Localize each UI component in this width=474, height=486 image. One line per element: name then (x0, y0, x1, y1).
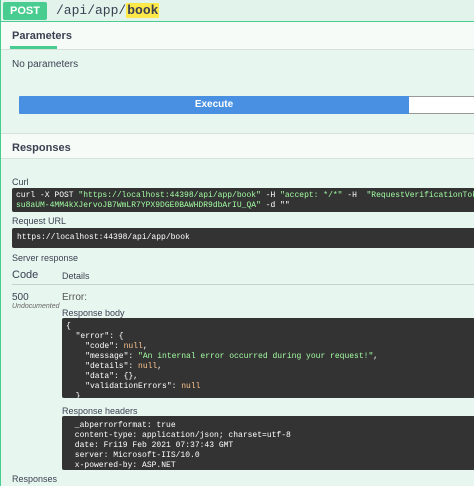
body-line: { (66, 322, 71, 331)
response-headers[interactable]: _abperrorformat: true content-type: appl… (62, 416, 474, 470)
header-line: x-powered-by: ASP.NET (70, 461, 176, 470)
body-line: } (66, 392, 81, 398)
response-body-label: Response body (62, 308, 125, 318)
body-line: "error": { (66, 332, 124, 341)
execute-button[interactable]: Execute (19, 96, 409, 114)
curl-h2: -H (342, 191, 367, 200)
method-badge: POST (3, 2, 47, 20)
curl-accept: "accept: */*" (280, 191, 343, 200)
column-details: Details (62, 271, 90, 281)
response-headers-label: Response headers (62, 406, 138, 416)
curl-url: "https://localhost:44398/api/app/book" (78, 191, 261, 200)
error-label: Error: (62, 292, 87, 303)
clear-button[interactable] (409, 96, 474, 114)
curl-cmd: curl -X POST (16, 191, 79, 200)
body-key: "validationErrors": (66, 382, 182, 391)
curl-label: Curl (12, 177, 29, 187)
header-line: date: Fri19 Feb 2021 07:37:43 GMT (70, 441, 234, 450)
column-code: Code (12, 269, 39, 281)
body-key: "code": (66, 342, 124, 351)
parameters-header: Parameters (1, 22, 474, 50)
curl-token-cont: su8aUM-4MM4kXJervoJB7WmLR7YPX9DGE0BAWHDR… (16, 201, 261, 210)
header-line: _abperrorformat: true (70, 421, 176, 430)
table-divider (12, 284, 474, 285)
body-value: "An internal error occurred during your … (138, 352, 374, 361)
header-line: server: Microsoft-IIS/10.0 (70, 451, 200, 460)
body-key: "details": (66, 362, 139, 371)
body-value: null (138, 362, 158, 371)
path-prefix: /api/app/ (56, 3, 127, 18)
body-punct: , (373, 352, 379, 361)
curl-command[interactable]: curl -X POST "https://localhost:44398/ap… (12, 188, 474, 212)
no-parameters-text: No parameters (12, 59, 79, 70)
body-value: null (123, 342, 143, 351)
undocumented-label: Undocumented (12, 303, 60, 310)
curl-token: "RequestVerificationToken: CfDJ8FWymqnAw… (366, 191, 474, 200)
tab-underline (10, 46, 57, 49)
responses-header: Responses (1, 133, 474, 159)
response-body[interactable]: { "error": { "code": null, "message": "A… (62, 318, 474, 398)
operation-block: POST /api/app/book Parameters No paramet… (0, 0, 474, 486)
responses-title: Responses (12, 142, 71, 154)
tab-parameters[interactable]: Parameters (12, 30, 72, 42)
curl-h: -H (260, 191, 281, 200)
body-punct: , (157, 362, 163, 371)
status-code: 500 (12, 292, 29, 303)
responses-subtitle: Responses (12, 474, 58, 484)
operation-summary[interactable]: POST /api/app/book (1, 0, 474, 22)
body-value: null (181, 382, 201, 391)
request-url[interactable]: https://localhost:44398/api/app/book (12, 228, 474, 248)
server-response-label: Server response (12, 253, 79, 263)
curl-data: -d "" (260, 201, 290, 210)
endpoint-path: /api/app/book (56, 3, 160, 19)
request-url-label: Request URL (12, 216, 67, 226)
body-key: "message": (66, 352, 139, 361)
path-highlight: book (126, 3, 160, 18)
header-line: content-type: application/json; charset=… (70, 431, 291, 440)
body-punct: , (142, 342, 148, 351)
body-line: "data": {}, (66, 372, 139, 381)
